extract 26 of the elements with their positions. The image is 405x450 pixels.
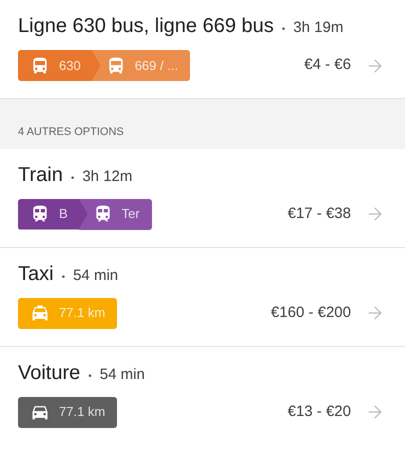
route-duration: 54 min	[100, 364, 145, 384]
separator-dot: •	[88, 370, 92, 384]
segment-label: Ter	[122, 205, 140, 224]
separator-dot: •	[70, 172, 74, 186]
route-duration: 3h 19m	[293, 18, 344, 38]
route-price: €13 - €20	[288, 402, 351, 422]
segment-label: B	[59, 205, 68, 224]
segment-label: 77.1 km	[59, 403, 106, 422]
route-title: Ligne 630 bus, ligne 669 bus	[18, 14, 274, 39]
route-duration: 54 min	[73, 266, 118, 286]
segment-label: 669 / ...	[134, 56, 178, 75]
route-duration: 3h 12m	[82, 166, 132, 186]
route-option[interactable]: Taxi • 54 min 77.1 km €160 - €200	[0, 248, 405, 346]
section-header: 4 AUTRES OPTIONS	[0, 98, 405, 148]
taxi-icon	[30, 303, 50, 323]
route-price: €17 - €38	[288, 204, 351, 224]
route-price: €160 - €200	[270, 302, 351, 323]
route-title: Taxi	[18, 262, 54, 286]
separator-dot: •	[62, 270, 66, 284]
route-title: Train	[18, 162, 63, 188]
route-option[interactable]: Train • 3h 12m B Ter €17 - €38	[0, 148, 405, 248]
route-title: Voiture	[18, 360, 80, 386]
segment-label: 77.1 km	[59, 304, 106, 322]
segment-label: 630	[59, 56, 81, 75]
route-price: €4 - €6	[304, 55, 351, 76]
separator-dot: •	[282, 23, 286, 37]
